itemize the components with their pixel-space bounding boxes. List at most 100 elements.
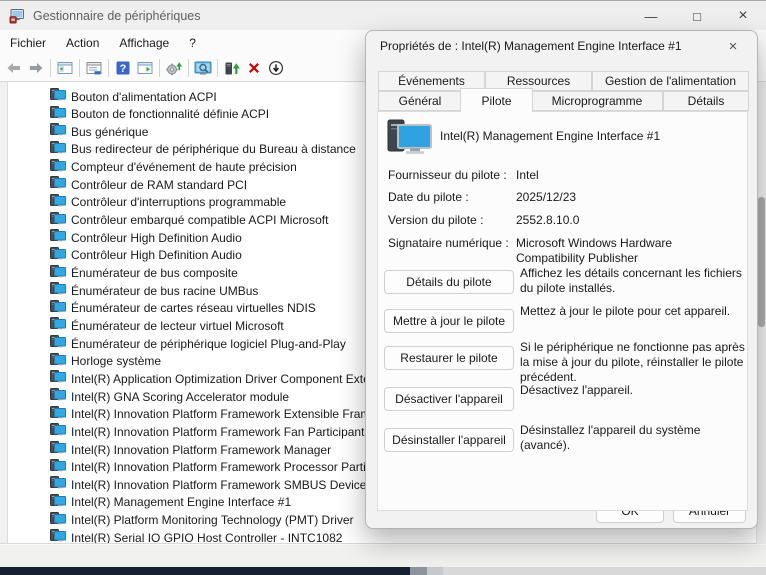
menu-item-action[interactable]: Action [56, 33, 109, 53]
menu-item-fichier[interactable]: Fichier [0, 33, 56, 53]
system-device-icon [50, 423, 71, 440]
tree-item-label: Bus générique [71, 125, 148, 139]
field-label: Date du pilote : [388, 190, 516, 204]
tree-item[interactable]: Intel(R) GNA Scoring Accelerator module [50, 388, 289, 405]
toolbar-separator [217, 59, 218, 77]
tree-item[interactable]: Contrôleur de RAM standard PCI [50, 176, 247, 193]
tree-item-label: Intel(R) Application Optimization Driver… [71, 372, 398, 386]
tree-item[interactable]: Bus redirecteur de périphérique du Burea… [50, 141, 356, 158]
back-icon[interactable] [3, 57, 25, 79]
system-device-icon [50, 494, 71, 511]
tree-item-label: Intel(R) Innovation Platform Framework M… [71, 443, 331, 457]
tree-item[interactable]: Contrôleur High Definition Audio [50, 229, 242, 246]
system-device-icon [50, 335, 71, 352]
tree-item-label: Énumérateur de périphérique logiciel Plu… [71, 337, 346, 351]
driver-action-button[interactable]: Mettre à jour le pilote [384, 309, 514, 333]
tab-microprogramme[interactable]: Microprogramme [531, 91, 663, 111]
scan-hardware-icon[interactable] [163, 57, 185, 79]
field-value: Intel [516, 168, 744, 183]
menu-item-?[interactable]: ? [179, 33, 206, 53]
field-label: Signataire numérique : [388, 236, 516, 250]
help-icon[interactable]: ? [112, 57, 134, 79]
tab-pilote[interactable]: Pilote [460, 88, 533, 112]
action-pane-icon[interactable] [134, 57, 156, 79]
driver-action-description: Affichez les détails concernant les fich… [520, 266, 748, 296]
driver-action-button[interactable]: Restaurer le pilote [384, 346, 514, 370]
tree-item[interactable]: Énumérateur de lecteur virtuel Microsoft [50, 317, 284, 334]
tree-item[interactable]: Intel(R) Platform Monitoring Technology … [50, 512, 354, 529]
tree-item[interactable]: Intel(R) Innovation Platform Framework P… [50, 459, 398, 476]
driver-action-button[interactable]: Détails du pilote [384, 270, 514, 294]
tree-item[interactable]: Bus générique [50, 123, 148, 140]
uninstall-icon[interactable] [243, 57, 265, 79]
properties-dialog: Propriétés de : Intel(R) Management Engi… [365, 30, 758, 529]
tab-général[interactable]: Général [378, 91, 462, 111]
taskbar-segment [410, 567, 427, 575]
console-tree-icon[interactable] [54, 57, 76, 79]
driver-action-button[interactable]: Désinstaller l'appareil [384, 428, 514, 452]
tree-item-label: Contrôleur High Definition Audio [71, 231, 242, 245]
tree-item[interactable]: Bouton de fonctionnalité définie ACPI [50, 106, 269, 123]
system-device-icon [50, 441, 71, 458]
tree-item[interactable]: Énumérateur de bus composite [50, 265, 238, 282]
tree-item-label: Compteur d'événement de haute précision [71, 160, 297, 174]
tree-item[interactable]: Intel(R) Innovation Platform Framework E… [50, 406, 402, 423]
device-icon [386, 118, 434, 163]
tree-item-label: Intel(R) Serial IO GPIO Host Controller … [71, 531, 342, 544]
driver-action-button[interactable]: Désactiver l'appareil [384, 387, 514, 411]
dialog-titlebar: Propriétés de : Intel(R) Management Engi… [366, 31, 757, 61]
tree-item-label: Contrôleur High Definition Audio [71, 248, 242, 262]
taskbar [0, 567, 766, 575]
tree-item[interactable]: Contrôleur d'interruptions programmable [50, 194, 286, 211]
scrollbar-thumb[interactable] [758, 197, 765, 327]
field-label: Version du pilote : [388, 213, 516, 227]
tree-item-label: Énumérateur de bus racine UMBus [71, 284, 258, 298]
tree-item-label: Contrôleur de RAM standard PCI [71, 178, 247, 192]
driver-action-description: Désactivez l'appareil. [520, 383, 748, 398]
system-device-icon [50, 317, 71, 334]
tree-item[interactable]: Intel(R) Serial IO GPIO Host Controller … [50, 529, 342, 544]
tree-item[interactable]: Intel(R) Innovation Platform Framework S… [50, 476, 366, 493]
toolbar-separator [79, 59, 80, 77]
tree-item-label: Intel(R) Innovation Platform Framework E… [71, 407, 402, 421]
system-device-icon [50, 300, 71, 317]
tree-item[interactable]: Contrôleur High Definition Audio [50, 247, 242, 264]
tree-item[interactable]: Énumérateur de cartes réseau virtuelles … [50, 300, 316, 317]
field-value: 2025/12/23 [516, 190, 744, 205]
tab-gestiondelalimentation[interactable]: Gestion de l'alimentation [592, 71, 749, 91]
tree-item[interactable]: Contrôleur embarqué compatible ACPI Micr… [50, 212, 328, 229]
dialog-close-icon[interactable]: × [713, 31, 753, 61]
tree-item[interactable]: Énumérateur de périphérique logiciel Plu… [50, 335, 346, 352]
system-device-icon [50, 388, 71, 405]
dialog-title: Propriétés de : Intel(R) Management Engi… [380, 39, 682, 53]
tree-item[interactable]: Intel(R) Innovation Platform Framework M… [50, 441, 331, 458]
tree-item[interactable]: Intel(R) Management Engine Interface #1 [50, 494, 291, 511]
system-device-icon [50, 459, 71, 476]
titlebar: Gestionnaire de périphériques — □ × [0, 0, 766, 30]
taskbar-strip [0, 567, 410, 575]
tree-item-label: Contrôleur d'interruptions programmable [71, 195, 286, 209]
forward-icon[interactable] [25, 57, 47, 79]
tree-item-label: Énumérateur de cartes réseau virtuelles … [71, 301, 316, 315]
tab-détails[interactable]: Détails [663, 91, 749, 111]
tree-item[interactable]: Énumérateur de bus racine UMBus [50, 282, 258, 299]
tree-item[interactable]: Compteur d'événement de haute précision [50, 159, 297, 176]
close-button[interactable]: × [720, 1, 766, 31]
tree-item[interactable]: Horloge système [50, 353, 161, 370]
tree-item[interactable]: Bouton d'alimentation ACPI [50, 88, 217, 105]
tree-item-label: Intel(R) Management Engine Interface #1 [71, 495, 291, 509]
tree-item[interactable]: Intel(R) Innovation Platform Framework F… [50, 423, 364, 440]
system-device-icon [50, 406, 71, 423]
properties-icon[interactable] [83, 57, 105, 79]
update-driver-icon[interactable] [221, 57, 243, 79]
disable-device-icon[interactable] [265, 57, 287, 79]
minimize-button[interactable]: — [628, 1, 674, 31]
system-device-icon [50, 212, 71, 229]
system-device-icon [50, 512, 71, 529]
tree-item[interactable]: Intel(R) Application Optimization Driver… [50, 370, 398, 387]
remote-search-icon[interactable] [192, 57, 214, 79]
taskbar-segment [427, 567, 443, 575]
toolbar-separator [188, 59, 189, 77]
menu-item-affichage[interactable]: Affichage [109, 33, 179, 53]
maximize-button[interactable]: □ [674, 1, 720, 31]
